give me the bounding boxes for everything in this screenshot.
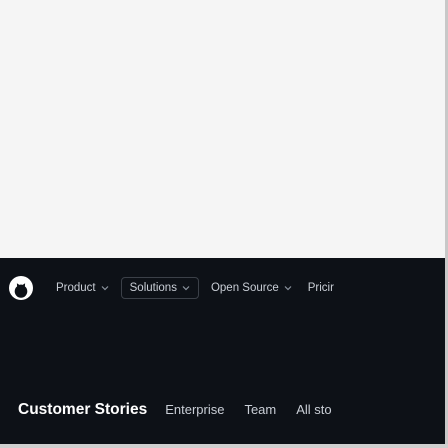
nav-label: Open Source — [210, 282, 279, 294]
subnav-title[interactable]: Customer Stories — [18, 401, 147, 419]
window-border-bottom — [0, 444, 448, 448]
subnav-link-enterprise[interactable]: Enterprise — [165, 402, 224, 417]
chevron-down-icon — [284, 286, 292, 291]
subnav-link-team[interactable]: Team — [244, 402, 276, 417]
github-icon[interactable] — [8, 275, 34, 301]
nav-item-pricing[interactable]: Pricir — [300, 277, 342, 299]
site-header: Product Solutions Open Source Pricir Cus… — [0, 258, 445, 444]
nav-item-open-source[interactable]: Open Source — [203, 277, 300, 299]
subnav-link-all-stories[interactable]: All sto — [296, 402, 331, 417]
nav-label: Pricir — [307, 282, 334, 294]
top-navigation-bar: Product Solutions Open Source Pricir — [0, 258, 445, 318]
chevron-down-icon — [101, 286, 109, 291]
nav-item-product[interactable]: Product — [48, 277, 117, 299]
chevron-down-icon — [182, 286, 190, 291]
nav-item-solutions[interactable]: Solutions — [120, 277, 199, 299]
main-nav: Product Solutions Open Source Pricir — [48, 277, 342, 299]
nav-label: Product — [56, 282, 96, 294]
blank-page-area — [0, 0, 448, 258]
nav-label: Solutions — [129, 282, 177, 294]
customer-stories-subnav: Customer Stories Enterprise Team All sto — [18, 401, 352, 419]
